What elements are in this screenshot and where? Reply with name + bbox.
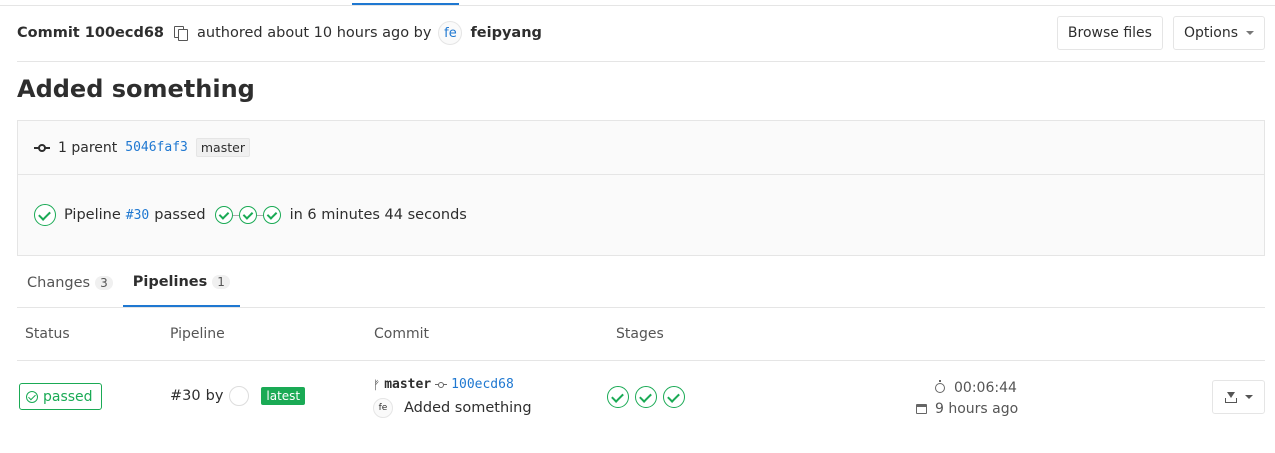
active-nav-indicator xyxy=(352,3,459,5)
commit-sha-link[interactable]: 100ecd68 xyxy=(451,377,514,392)
commit-icon xyxy=(34,140,50,156)
timer-icon xyxy=(935,379,945,393)
authored-text: authored about 10 hours ago by xyxy=(197,25,432,41)
trigger-avatar[interactable] xyxy=(229,386,250,406)
column-header-commit: Commit xyxy=(374,326,429,342)
timing-cell: 00:06:44 9 hours ago xyxy=(913,377,1018,419)
pipeline-status-text: passed xyxy=(154,207,206,223)
stage-passed-icon[interactable] xyxy=(635,386,657,408)
chevron-down-icon xyxy=(1246,31,1254,35)
chevron-down-icon xyxy=(1244,395,1253,399)
ci-status-label: passed xyxy=(43,388,93,405)
commit-icon xyxy=(435,379,448,391)
mini-pipeline-graph xyxy=(214,206,281,224)
commit-info-box: 1 parent 5046faf3 master Pipeline #30 pa… xyxy=(17,120,1265,256)
tab-pipelines[interactable]: Pipelines 1 xyxy=(122,258,240,307)
pipeline-row: Pipeline #30 passed in 6 minutes 44 seco… xyxy=(18,175,1264,255)
duration-text: 00:06:44 xyxy=(954,379,1017,396)
commit-title: Added something xyxy=(17,75,255,103)
stage-connector xyxy=(232,214,239,216)
commit-tabs: Changes 3 Pipelines 1 xyxy=(17,258,1265,308)
pipelines-table-header: Status Pipeline Commit Stages xyxy=(17,308,1265,361)
column-header-stages: Stages xyxy=(616,326,664,342)
stage-passed-icon[interactable] xyxy=(238,206,257,224)
commit-header: Commit 100ecd68 authored about 10 hours … xyxy=(17,16,1265,62)
pipeline-passed-icon[interactable] xyxy=(34,204,56,226)
commit-title-line: fe Added something xyxy=(373,398,532,418)
parent-sha-link[interactable]: 5046faf3 xyxy=(125,140,188,155)
pipeline-id-link[interactable]: #30 xyxy=(126,208,149,223)
commit-title-link[interactable]: Added something xyxy=(404,400,532,416)
pipeline-duration: in 6 minutes 44 seconds xyxy=(289,207,467,223)
pipeline-id-link[interactable]: #30 xyxy=(170,388,201,404)
table-row: passed #30 by latest ᚠ master 100ecd68 f… xyxy=(17,362,1265,432)
commit-meta: Commit 100ecd68 authored about 10 hours … xyxy=(17,16,542,50)
ref-name-link[interactable]: master xyxy=(384,377,431,392)
ci-status-badge[interactable]: passed xyxy=(19,383,102,410)
options-dropdown-button[interactable]: Options xyxy=(1172,16,1265,50)
status-passed-icon xyxy=(26,390,38,403)
column-header-pipeline: Pipeline xyxy=(170,326,225,342)
pipeline-info: #30 by latest xyxy=(170,386,306,406)
pipeline-prefix: Pipeline xyxy=(64,207,121,223)
header-actions: Browse files Options xyxy=(1056,16,1265,50)
top-divider xyxy=(0,5,1275,6)
stage-passed-icon[interactable] xyxy=(607,386,629,408)
tab-count-badge: 1 xyxy=(212,274,230,289)
options-label: Options xyxy=(1183,25,1238,41)
tab-label: Changes xyxy=(27,274,91,291)
branch-icon: ᚠ xyxy=(373,377,381,392)
download-icon xyxy=(1224,391,1237,403)
author-name-link[interactable]: feipyang xyxy=(470,25,541,41)
commit-author-avatar[interactable]: fe xyxy=(373,398,393,418)
stage-passed-icon[interactable] xyxy=(214,206,233,224)
copy-sha-icon[interactable] xyxy=(173,25,189,41)
stage-passed-icon[interactable] xyxy=(262,206,281,224)
finished-line: 9 hours ago xyxy=(913,398,1018,419)
tab-count-badge: 3 xyxy=(95,275,113,290)
commit-cell: ᚠ master 100ecd68 fe Added something xyxy=(373,377,532,418)
parent-text: 1 parent xyxy=(58,139,118,156)
commit-label: Commit 100ecd68 xyxy=(17,25,165,41)
tab-label: Pipelines xyxy=(132,273,208,290)
browse-files-label: Browse files xyxy=(1067,25,1152,41)
finished-text: 9 hours ago xyxy=(935,400,1019,417)
stage-passed-icon[interactable] xyxy=(663,386,685,408)
pipeline-by-text: by xyxy=(205,388,224,404)
parent-row: 1 parent 5046faf3 master xyxy=(18,121,1264,175)
latest-badge: latest xyxy=(261,387,306,405)
commit-ref-line: ᚠ master 100ecd68 xyxy=(373,377,532,392)
stage-connector xyxy=(256,214,263,216)
author-avatar[interactable]: fe xyxy=(438,21,463,45)
tab-changes[interactable]: Changes 3 xyxy=(17,258,123,307)
download-artifacts-button[interactable] xyxy=(1212,380,1265,414)
duration-line: 00:06:44 xyxy=(913,377,1018,398)
column-header-status: Status xyxy=(25,326,70,342)
stages-cell xyxy=(607,386,685,408)
branch-badge[interactable]: master xyxy=(195,138,250,157)
calendar-icon xyxy=(916,403,927,414)
browse-files-button[interactable]: Browse files xyxy=(1056,16,1163,50)
